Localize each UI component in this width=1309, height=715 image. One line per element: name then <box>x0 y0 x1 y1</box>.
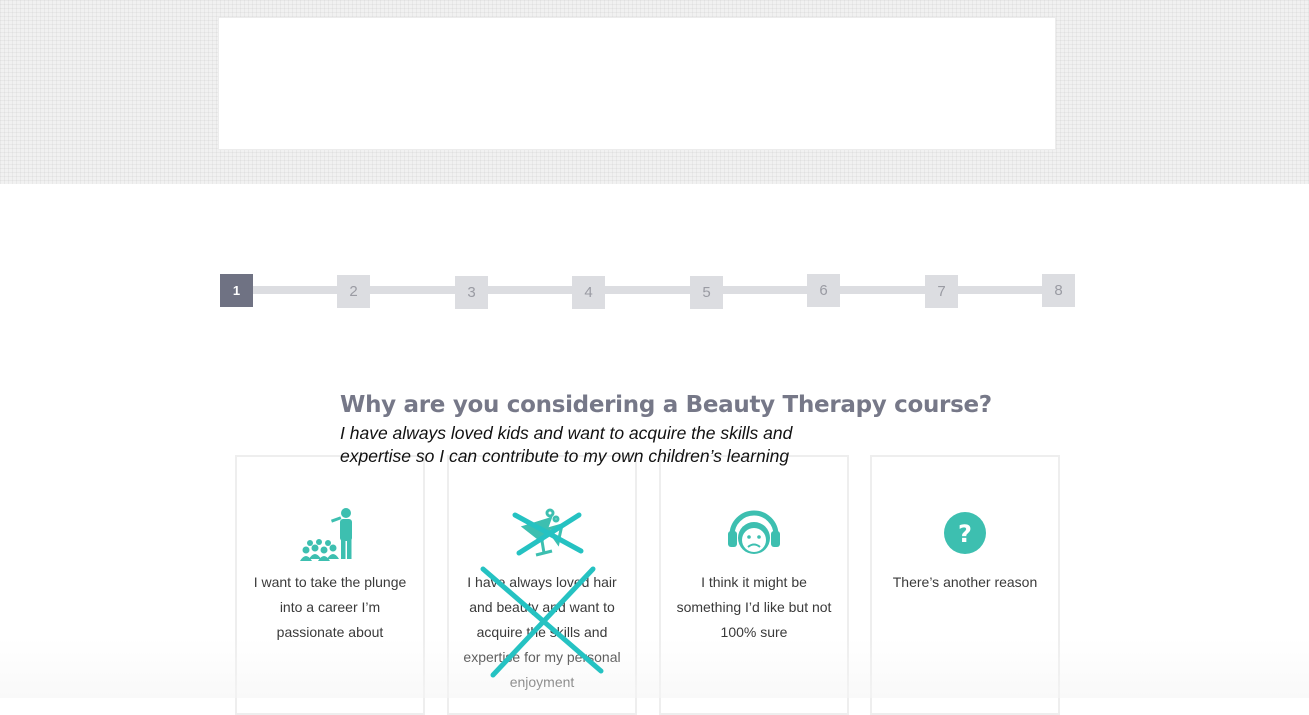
progress-stepper: 1 2 3 4 5 6 7 8 <box>220 274 1075 309</box>
step-1[interactable]: 1 <box>220 274 253 307</box>
handwritten-answer-note: I have always loved kids and want to acq… <box>340 423 793 466</box>
step-2[interactable]: 2 <box>337 275 370 308</box>
option-card-personal-enjoyment[interactable]: I have always loved hair and beauty and … <box>447 455 637 715</box>
option-card-another-reason[interactable]: ? There’s another reason <box>870 455 1060 715</box>
question-mark-icon: ? <box>872 505 1058 565</box>
header-band <box>0 0 1309 184</box>
step-8[interactable]: 8 <box>1042 274 1075 307</box>
step-4[interactable]: 4 <box>572 276 605 309</box>
question-title: Why are you considering a Beauty Therapy… <box>340 392 992 418</box>
step-3[interactable]: 3 <box>455 276 488 309</box>
option-card-not-sure[interactable]: I think it might be something I’d like b… <box>659 455 849 715</box>
option-label: There’s another reason <box>892 574 1038 590</box>
step-6[interactable]: 6 <box>807 274 840 307</box>
option-label: I have always loved hair and beauty and … <box>463 574 621 690</box>
bottom-fade <box>0 638 1309 698</box>
option-label: I think it might be something I’d like b… <box>676 574 832 640</box>
step-7[interactable]: 7 <box>925 275 958 308</box>
svg-text:?: ? <box>958 520 972 548</box>
cocktail-glass-icon <box>449 505 635 565</box>
step-5[interactable]: 5 <box>690 276 723 309</box>
header-panel <box>218 17 1056 150</box>
presenter-audience-icon <box>237 505 423 565</box>
option-card-career[interactable]: I want to take the plunge into a career … <box>235 455 425 715</box>
option-label: I want to take the plunge into a career … <box>253 574 407 640</box>
headphones-face-icon <box>661 505 847 565</box>
